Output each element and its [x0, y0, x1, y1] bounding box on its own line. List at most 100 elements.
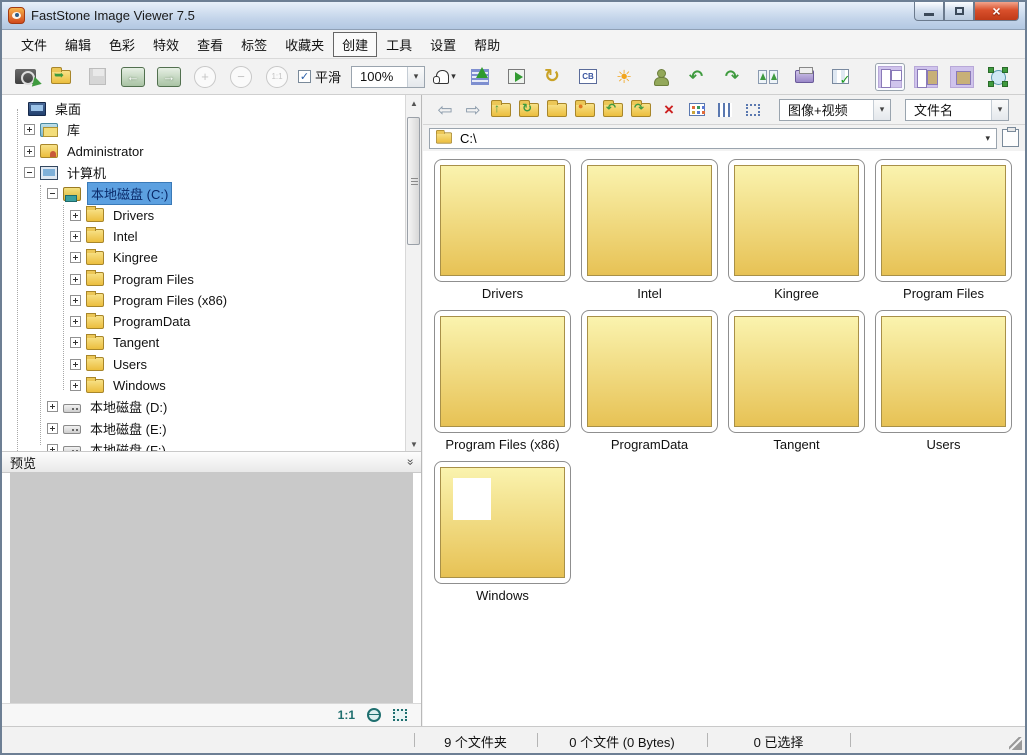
menu-favorites[interactable]: 收藏夹: [276, 32, 333, 57]
menu-effects[interactable]: 特效: [144, 32, 188, 57]
expand-icon[interactable]: [70, 316, 81, 327]
resize-grip[interactable]: [1009, 737, 1022, 750]
menu-create[interactable]: 创建: [333, 32, 377, 57]
menu-edit[interactable]: 编辑: [56, 32, 100, 57]
batch-convert-button[interactable]: [825, 63, 855, 91]
folder-thumbnail-kingree[interactable]: Kingree: [728, 159, 875, 301]
chevron-down-icon[interactable]: ▾: [407, 67, 424, 87]
open-folder-button[interactable]: ➥: [46, 63, 76, 91]
expand-icon[interactable]: [47, 423, 58, 434]
thumbnail-view-button[interactable]: [683, 98, 711, 122]
menu-tools[interactable]: 工具: [377, 32, 421, 57]
folder-thumbnail-programdata[interactable]: ProgramData: [581, 310, 728, 452]
folder-thumbnail-drivers[interactable]: Drivers: [434, 159, 581, 301]
expand-icon[interactable]: [24, 146, 35, 157]
preview-header[interactable]: 预览 «: [2, 452, 421, 473]
menu-help[interactable]: 帮助: [465, 32, 509, 57]
browser-layout-button[interactable]: [875, 63, 905, 91]
red-eye-button[interactable]: [645, 63, 675, 91]
clipboard-icon[interactable]: [1002, 129, 1019, 147]
print-button[interactable]: [789, 63, 819, 91]
compare-button[interactable]: [753, 63, 783, 91]
hand-tool-button[interactable]: ▾: [433, 63, 459, 91]
fullscreen-button[interactable]: [983, 63, 1013, 91]
title-bar[interactable]: FastStone Image Viewer 7.5 ×: [2, 2, 1025, 30]
maximize-button[interactable]: [944, 2, 974, 21]
zoom-combo[interactable]: 100% ▾: [351, 66, 425, 88]
select-button[interactable]: [739, 98, 767, 122]
chevron-down-icon[interactable]: ▾: [873, 100, 890, 120]
close-button[interactable]: ×: [974, 2, 1019, 21]
image-layout-button[interactable]: [947, 63, 977, 91]
adjust-lighting-button[interactable]: ☀: [609, 63, 639, 91]
tree-item-drivers[interactable]: Drivers: [2, 204, 405, 225]
folder-up-button[interactable]: ↑: [487, 98, 515, 122]
tree-item-local-disk-e[interactable]: 本地磁盘 (E:): [2, 417, 405, 438]
tree-item-local-disk-f[interactable]: 本地磁盘 (F:): [2, 439, 405, 452]
previous-image-button[interactable]: ←: [118, 63, 148, 91]
new-folder-button[interactable]: [543, 98, 571, 122]
minimize-button[interactable]: [914, 2, 944, 21]
folder-thumbnail-program-files[interactable]: Program Files: [875, 159, 1022, 301]
folder-thumbnail-program-files-x86[interactable]: Program Files (x86): [434, 310, 581, 452]
tree-item-programdata[interactable]: ProgramData: [2, 311, 405, 332]
expand-icon[interactable]: [70, 210, 81, 221]
zoom-in-button[interactable]: +: [190, 63, 220, 91]
favorites-folder-button[interactable]: ●: [571, 98, 599, 122]
rotate-right-button[interactable]: ↷: [717, 63, 747, 91]
rotate-button[interactable]: ↻: [537, 63, 567, 91]
chevron-down-icon[interactable]: ▾: [979, 133, 996, 144]
tree-item-desktop[interactable]: 桌面: [2, 98, 405, 119]
clone-button[interactable]: CB: [573, 63, 603, 91]
tree-item-intel[interactable]: Intel: [2, 226, 405, 247]
smooth-checkbox[interactable]: ✓: [298, 70, 311, 83]
scroll-down-icon[interactable]: ▼: [406, 436, 421, 452]
expand-icon[interactable]: [70, 295, 81, 306]
scrollbar-thumb[interactable]: [407, 117, 420, 245]
tree-scrollbar[interactable]: ▲ ▼: [405, 95, 421, 452]
menu-settings[interactable]: 设置: [421, 32, 465, 57]
tree-item-program-files-x86[interactable]: Program Files (x86): [2, 290, 405, 311]
forward-button[interactable]: ⇨: [459, 98, 487, 122]
back-button[interactable]: ⇦: [431, 98, 459, 122]
tree-item-program-files[interactable]: Program Files: [2, 268, 405, 289]
next-image-button[interactable]: →: [154, 63, 184, 91]
expand-icon[interactable]: [70, 274, 81, 285]
folder-thumbnail-tangent[interactable]: Tangent: [728, 310, 875, 452]
tree-item-local-disk-d[interactable]: 本地磁盘 (D:): [2, 396, 405, 417]
folder-thumbnail-users[interactable]: Users: [875, 310, 1022, 452]
tree-item-users[interactable]: Users: [2, 354, 405, 375]
menu-tag[interactable]: 标签: [232, 32, 276, 57]
actual-size-button[interactable]: 1:1: [262, 63, 292, 91]
tree-item-libraries[interactable]: 库: [2, 119, 405, 140]
crop-button[interactable]: [501, 63, 531, 91]
collapse-chevrons-icon[interactable]: «: [403, 459, 417, 466]
globe-icon[interactable]: [367, 708, 381, 722]
tree-item-administrator[interactable]: Administrator: [2, 141, 405, 162]
chevron-down-icon[interactable]: ▾: [991, 100, 1008, 120]
delete-button[interactable]: ×: [655, 98, 683, 122]
expand-icon[interactable]: [70, 252, 81, 263]
save-button[interactable]: [82, 63, 112, 91]
file-filter-combo[interactable]: 图像+视频 ▾: [779, 99, 891, 121]
expand-icon[interactable]: [70, 380, 81, 391]
collapse-icon[interactable]: [47, 188, 58, 199]
menu-colors[interactable]: 色彩: [100, 32, 144, 57]
expand-icon[interactable]: [47, 401, 58, 412]
expand-icon[interactable]: [70, 231, 81, 242]
menu-file[interactable]: 文件: [12, 32, 56, 57]
tree-item-computer[interactable]: 计算机: [2, 162, 405, 183]
tree-item-tangent[interactable]: Tangent: [2, 332, 405, 353]
viewer-layout-button[interactable]: [911, 63, 941, 91]
sort-by-combo[interactable]: 文件名 ▾: [905, 99, 1009, 121]
address-combo[interactable]: C:\ ▾: [429, 128, 997, 149]
menu-view[interactable]: 查看: [188, 32, 232, 57]
selection-rect-icon[interactable]: [393, 709, 407, 721]
folder-thumbnail-intel[interactable]: Intel: [581, 159, 728, 301]
copy-to-folder-button[interactable]: ↶: [599, 98, 627, 122]
preview-actual-size-button[interactable]: 1:1: [338, 708, 355, 722]
expand-icon[interactable]: [24, 124, 35, 135]
collapse-icon[interactable]: [24, 167, 35, 178]
sort-button[interactable]: [711, 98, 739, 122]
expand-icon[interactable]: [70, 337, 81, 348]
